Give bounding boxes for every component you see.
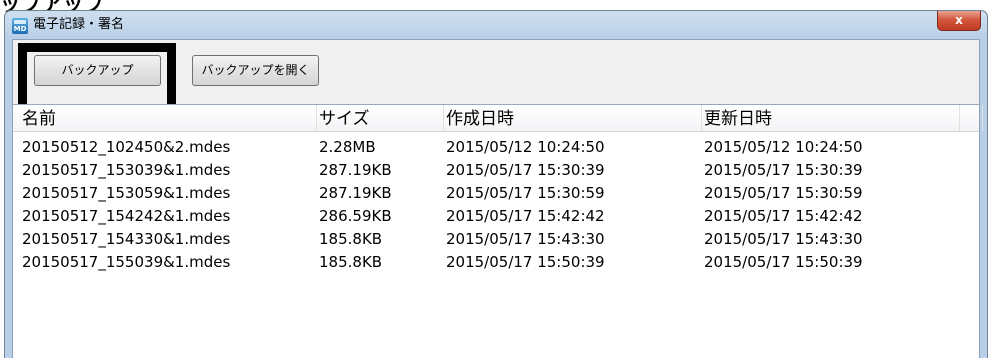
cell-created: 2015/05/17 15:42:42 (446, 207, 605, 225)
cell-name: 20150512_102450&2.mdes (22, 138, 231, 156)
cell-size: 185.8KB (319, 230, 383, 248)
table-row[interactable]: 20150517_154242&1.mdes 286.59KB 2015/05/… (13, 205, 979, 228)
table-row[interactable]: 20150517_153059&1.mdes 287.19KB 2015/05/… (13, 182, 979, 205)
window-title: 電子記録・署名 (33, 17, 125, 32)
cell-modified: 2015/05/17 15:30:59 (704, 184, 863, 202)
cell-created: 2015/05/17 15:50:39 (446, 253, 605, 271)
toolbar: バックアップ バックアップを開く (13, 40, 979, 96)
cell-modified: 2015/05/17 15:42:42 (704, 207, 863, 225)
cell-created: 2015/05/17 15:30:39 (446, 161, 605, 179)
close-button[interactable]: x (937, 11, 981, 31)
cell-name: 20150517_153059&1.mdes (22, 184, 231, 202)
column-header-modified[interactable]: 更新日時 (702, 105, 960, 131)
title-bar[interactable]: MD 電子記録・署名 x (5, 11, 987, 39)
open-backup-button[interactable]: バックアップを開く (192, 55, 319, 86)
column-header-name[interactable]: 名前 (20, 105, 317, 131)
column-header-size[interactable]: サイズ (317, 105, 444, 131)
cell-name: 20150517_154242&1.mdes (22, 207, 231, 225)
table-row[interactable]: 20150517_153039&1.mdes 287.19KB 2015/05/… (13, 159, 979, 182)
cell-modified: 2015/05/17 15:43:30 (704, 230, 863, 248)
column-header-filler (960, 105, 983, 131)
page-caption: ップアップ (0, 0, 105, 16)
cell-modified: 2015/05/17 15:30:39 (704, 161, 863, 179)
backup-button[interactable]: バックアップ (34, 55, 161, 86)
app-icon: MD (12, 18, 28, 34)
table-row[interactable]: 20150517_155039&1.mdes 185.8KB 2015/05/1… (13, 251, 979, 274)
cell-name: 20150517_154330&1.mdes (22, 230, 231, 248)
cell-size: 185.8KB (319, 253, 383, 271)
cell-size: 287.19KB (319, 184, 392, 202)
cell-created: 2015/05/12 10:24:50 (446, 138, 605, 156)
cell-name: 20150517_153039&1.mdes (22, 161, 231, 179)
client-area: バックアップ バックアップを開く 名前 サイズ 作成日時 更新日時 201505… (12, 39, 983, 358)
cell-modified: 2015/05/12 10:24:50 (704, 138, 863, 156)
cell-created: 2015/05/17 15:43:30 (446, 230, 605, 248)
cell-size: 287.19KB (319, 161, 392, 179)
column-header-created[interactable]: 作成日時 (444, 105, 702, 131)
cell-modified: 2015/05/17 15:50:39 (704, 253, 863, 271)
cell-size: 2.28MB (319, 138, 376, 156)
file-list[interactable]: 名前 サイズ 作成日時 更新日時 20150512_102450&2.mdes … (13, 104, 983, 358)
cell-created: 2015/05/17 15:30:59 (446, 184, 605, 202)
cell-size: 286.59KB (319, 207, 392, 225)
table-row[interactable]: 20150512_102450&2.mdes 2.28MB 2015/05/12… (13, 136, 979, 159)
list-header: 名前 サイズ 作成日時 更新日時 (13, 105, 983, 132)
app-window: MD 電子記録・署名 x バックアップ バックアップを開く 名前 サイズ 作成日… (4, 10, 988, 358)
cell-name: 20150517_155039&1.mdes (22, 253, 231, 271)
table-row[interactable]: 20150517_154330&1.mdes 185.8KB 2015/05/1… (13, 228, 979, 251)
